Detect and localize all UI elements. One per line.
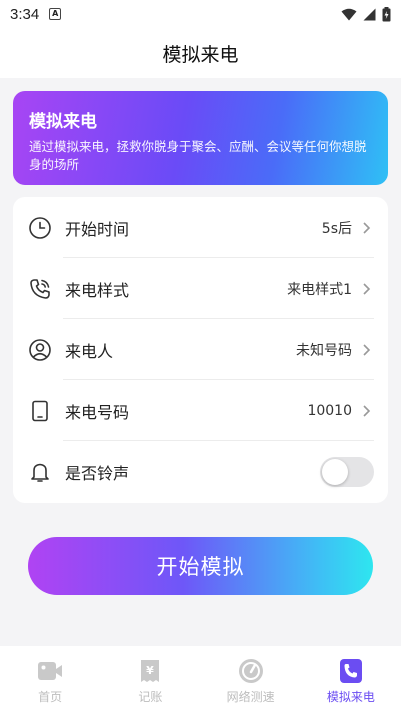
incoming-call-icon	[338, 658, 364, 684]
start-time-value: 5s后	[321, 220, 352, 237]
caller-number-value: 10010	[307, 402, 352, 419]
notification-icon: A	[49, 8, 62, 20]
start-time-label: 开始时间	[65, 219, 130, 239]
tab-speed-test[interactable]: 网络测速	[201, 646, 301, 714]
clock-icon	[27, 215, 53, 241]
bottom-tab-bar: 首页 ¥ 记账 网络测速 模拟来电	[0, 646, 401, 714]
page-title: 模拟来电	[162, 43, 239, 66]
speedometer-icon	[238, 658, 264, 684]
signal-icon	[363, 8, 376, 20]
wifi-icon	[341, 8, 357, 20]
status-icons	[341, 6, 391, 22]
call-style-value: 来电样式1	[287, 281, 352, 298]
status-bar: 3:34 A	[0, 0, 401, 28]
caller-value: 未知号码	[296, 342, 352, 359]
ledger-icon: ¥	[137, 658, 163, 684]
chevron-right-icon	[363, 221, 371, 234]
tab-fake-call[interactable]: 模拟来电	[301, 646, 401, 714]
settings-card: 开始时间 5s后 来电样式 来电样式1 来电人 未知号码 来电号码 10010	[13, 197, 388, 503]
svg-text:¥: ¥	[147, 664, 155, 677]
ringtone-toggle[interactable]	[320, 456, 374, 487]
user-icon	[27, 337, 53, 363]
ringtone-row: 是否铃声	[13, 441, 388, 502]
tab-ledger[interactable]: ¥ 记账	[100, 646, 200, 714]
tab-label: 网络测速	[226, 690, 275, 704]
chevron-right-icon	[363, 282, 371, 295]
call-style-label: 来电样式	[65, 280, 130, 300]
phone-call-icon	[27, 276, 53, 302]
bell-icon	[27, 459, 53, 485]
start-time-row[interactable]: 开始时间 5s后	[13, 197, 388, 258]
intro-banner: 模拟来电 通过模拟来电，拯救你脱身于聚会、应酬、会议等任何你想脱身的场所	[13, 91, 388, 185]
title-bar: 模拟来电	[0, 28, 401, 78]
toggle-knob	[322, 458, 348, 485]
chevron-right-icon	[363, 343, 371, 356]
ringtone-label: 是否铃声	[65, 463, 130, 483]
video-icon	[37, 658, 63, 684]
caller-label: 来电人	[65, 341, 114, 361]
banner-description: 通过模拟来电，拯救你脱身于聚会、应酬、会议等任何你想脱身的场所	[29, 139, 367, 172]
call-style-row[interactable]: 来电样式 来电样式1	[13, 258, 388, 319]
caller-row[interactable]: 来电人 未知号码	[13, 319, 388, 380]
tab-label: 记账	[138, 690, 163, 704]
status-time: 3:34	[10, 5, 40, 23]
battery-icon	[382, 6, 391, 21]
mobile-icon	[27, 398, 53, 424]
start-simulation-button[interactable]: 开始模拟	[28, 537, 373, 595]
banner-title: 模拟来电	[29, 112, 97, 132]
tab-label: 模拟来电	[326, 690, 375, 704]
tab-home[interactable]: 首页	[0, 646, 100, 714]
caller-number-label: 来电号码	[65, 402, 130, 422]
tab-label: 首页	[38, 690, 63, 704]
caller-number-row[interactable]: 来电号码 10010	[13, 380, 388, 441]
chevron-right-icon	[363, 404, 371, 417]
